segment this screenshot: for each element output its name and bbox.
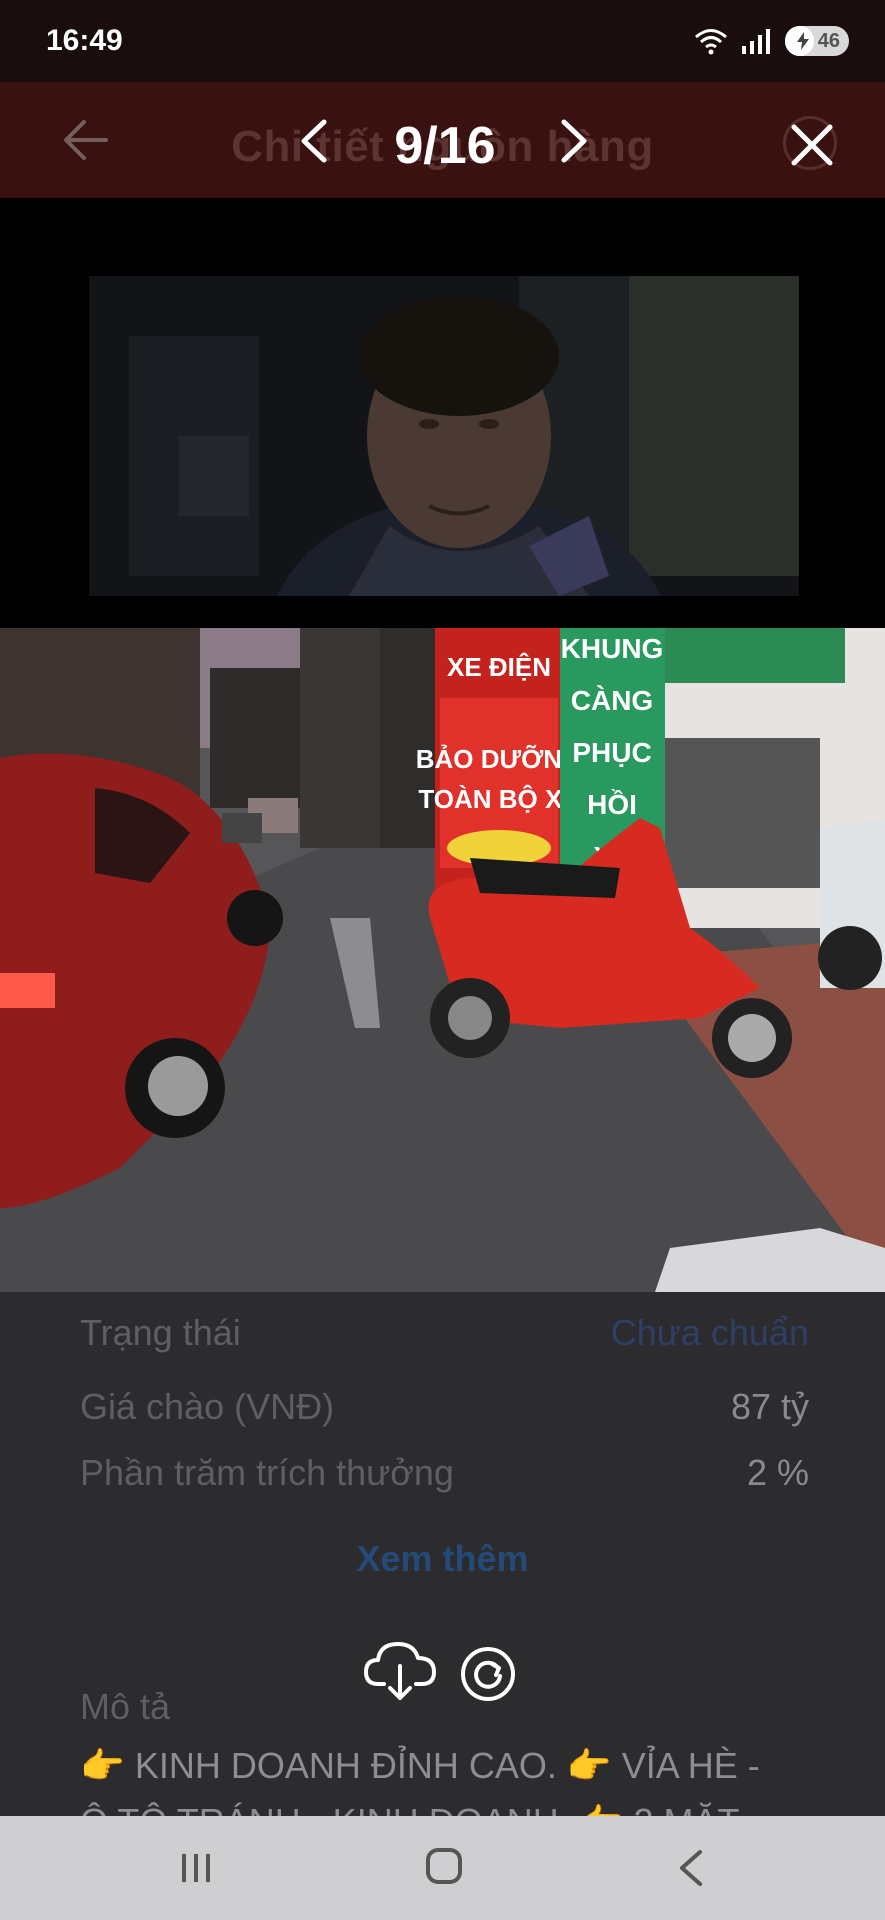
status-bar: 16:49 46 [0, 0, 885, 82]
price-value: 87 tỷ [730, 1386, 809, 1427]
battery-icon: 46 [785, 26, 849, 56]
sign-hoi: HỒI [587, 789, 637, 820]
commission-row: Phần trăm trích thưởng 2 % [80, 1452, 809, 1494]
image-counter: 9/16 [394, 117, 496, 175]
close-icon[interactable] [789, 122, 835, 168]
rotate-icon[interactable] [460, 1646, 516, 1702]
nav-bar [0, 1816, 885, 1920]
chevron-right-icon[interactable] [556, 118, 592, 164]
battery-text: 46 [817, 30, 840, 52]
signal-icon [742, 29, 770, 54]
sign-cang: CÀNG [571, 685, 653, 716]
status-label: Trạng thái [80, 1312, 241, 1353]
download-cloud-icon[interactable] [364, 1640, 436, 1702]
sign-khung: KHUNG [561, 633, 664, 664]
street-illustration: XE ĐIỆN BẢO DƯỠNG TOÀN BỘ XE KHUNG CÀNG … [0, 628, 885, 1292]
price-row: Giá chào (VNĐ) 87 tỷ [80, 1386, 809, 1428]
photo-portrait [89, 276, 799, 596]
sign-xe-dien: XE ĐIỆN [447, 652, 551, 682]
commission-label: Phần trăm trích thưởng [80, 1452, 454, 1493]
status-icons: 46 [693, 26, 849, 56]
viewer-bar: 9/16 [0, 82, 885, 198]
description-line-1: 👉 KINH DOANH ĐỈNH CAO. 👉 VỈA HÈ - [80, 1745, 760, 1786]
price-label: Giá chào (VNĐ) [80, 1386, 335, 1427]
nav-back-icon[interactable] [676, 1848, 706, 1888]
recent-apps-icon[interactable] [176, 1848, 216, 1888]
sign-bao-duong: BẢO DƯỠNG [416, 744, 583, 774]
details-content: Trạng thái Chưa chuẩn Giá chào (VNĐ) 87 … [0, 1292, 885, 1842]
sign-phuc: PHỤC [572, 737, 651, 768]
chevron-left-icon[interactable] [296, 118, 332, 164]
viewer-actions [0, 1640, 885, 1710]
sign-toan-bo-xe: TOÀN BỘ XE [418, 784, 579, 814]
wifi-icon [695, 29, 727, 55]
status-row: Trạng thái Chưa chuẩn [80, 1312, 809, 1354]
status-value: Chưa chuẩn [610, 1312, 809, 1353]
status-time: 16:49 [46, 24, 123, 57]
portrait-illustration [89, 276, 799, 596]
commission-value: 2 % [746, 1452, 809, 1493]
photo-street: XE ĐIỆN BẢO DƯỠNG TOÀN BỘ XE KHUNG CÀNG … [0, 628, 885, 1292]
bolt-icon [797, 32, 809, 50]
home-icon[interactable] [424, 1846, 464, 1886]
photo-viewer[interactable]: XE ĐIỆN BẢO DƯỠNG TOÀN BỘ XE KHUNG CÀNG … [0, 198, 885, 1292]
see-more-link[interactable]: Xem thêm [0, 1538, 885, 1580]
